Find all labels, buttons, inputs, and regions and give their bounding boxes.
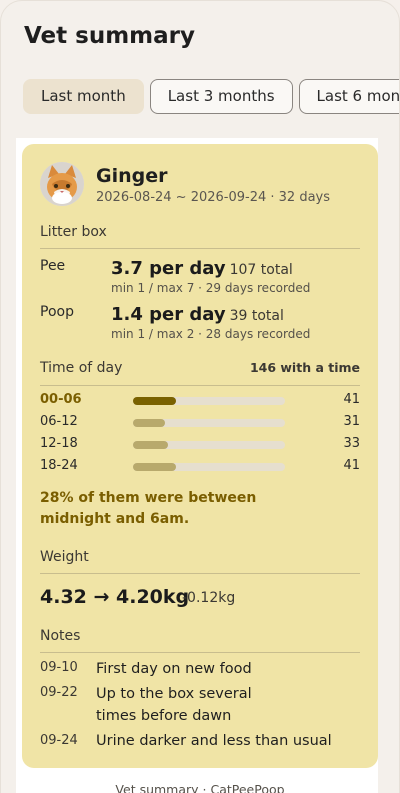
note-date: 09-22 xyxy=(40,685,78,700)
time-row-label: 00-06 xyxy=(40,392,82,407)
note-text: First day on new food xyxy=(96,661,252,677)
weight-change: 4.32 → 4.20kg xyxy=(40,586,190,608)
litter-box-heading: Litter box xyxy=(40,224,107,240)
date-range: 2026-08-24 ~ 2026-09-24 · 32 days xyxy=(96,190,331,205)
pee-rate-value: 3.7 per day xyxy=(111,258,226,279)
note-date: 09-10 xyxy=(40,660,78,675)
time-bar-fill xyxy=(133,441,168,449)
divider xyxy=(40,573,360,574)
pee-label: Pee xyxy=(40,258,66,274)
time-row-label: 06-12 xyxy=(40,414,78,429)
notes-heading: Notes xyxy=(40,628,81,644)
timed-count: 146 with a time xyxy=(249,360,360,375)
divider xyxy=(40,248,360,249)
time-of-day-heading: Time of day xyxy=(40,360,123,376)
period-tabs: Last monthLast 3 monthsLast 6 months xyxy=(23,79,399,115)
time-bar-track xyxy=(133,397,285,405)
pee-total: 107 total xyxy=(229,262,293,278)
poop-rate-value: 1.4 per day xyxy=(111,304,226,325)
time-row-00-06: 00-06 41 xyxy=(40,392,360,412)
tab-last-6-months[interactable]: Last 6 months xyxy=(298,79,399,114)
pet-name: Ginger xyxy=(96,165,168,187)
time-row-value: 41 xyxy=(343,392,360,407)
time-bar-track xyxy=(133,419,285,427)
time-insight: 28% of them were between midnight and 6a… xyxy=(40,490,257,527)
time-row-value: 33 xyxy=(343,436,360,451)
poop-label: Poop xyxy=(40,304,74,320)
time-bar-fill xyxy=(133,397,176,405)
cat-avatar xyxy=(40,162,84,206)
pee-detail: min 1 / max 7 · 29 days recorded xyxy=(111,281,311,295)
divider xyxy=(40,652,360,653)
divider xyxy=(40,385,360,386)
weight-heading: Weight xyxy=(40,549,89,565)
page-title: Vet summary xyxy=(24,23,195,49)
time-bar-fill xyxy=(133,463,176,471)
note-text: Urine darker and less than usual xyxy=(96,733,332,749)
poop-total: 39 total xyxy=(229,308,284,324)
time-row-label: 18-24 xyxy=(40,458,78,473)
poop-rate: 1.4 per day 39 total xyxy=(111,304,284,325)
summary-card: Ginger 2026-08-24 ~ 2026-09-24 · 32 days… xyxy=(22,144,378,768)
time-bar-track xyxy=(133,441,285,449)
weight-delta: -0.12kg xyxy=(182,590,236,606)
time-row-18-24: 18-24 41 xyxy=(40,458,360,478)
time-bar-fill xyxy=(133,419,165,427)
tab-last-3-months[interactable]: Last 3 months xyxy=(149,79,293,114)
poop-detail: min 1 / max 2 · 28 days recorded xyxy=(111,327,311,341)
note-date: 09-24 xyxy=(40,733,78,748)
time-bar-track xyxy=(133,463,285,471)
time-row-12-18: 12-18 33 xyxy=(40,436,360,456)
note-text: Up to the box several times before dawn xyxy=(96,686,252,724)
footer-text: Vet summary · CatPeePoop xyxy=(115,782,285,793)
time-row-value: 31 xyxy=(343,414,360,429)
time-row-06-12: 06-12 31 xyxy=(40,414,360,434)
time-row-value: 41 xyxy=(343,458,360,473)
tab-last-month[interactable]: Last month xyxy=(23,79,144,114)
pee-rate: 3.7 per day 107 total xyxy=(111,258,293,279)
time-row-label: 12-18 xyxy=(40,436,78,451)
